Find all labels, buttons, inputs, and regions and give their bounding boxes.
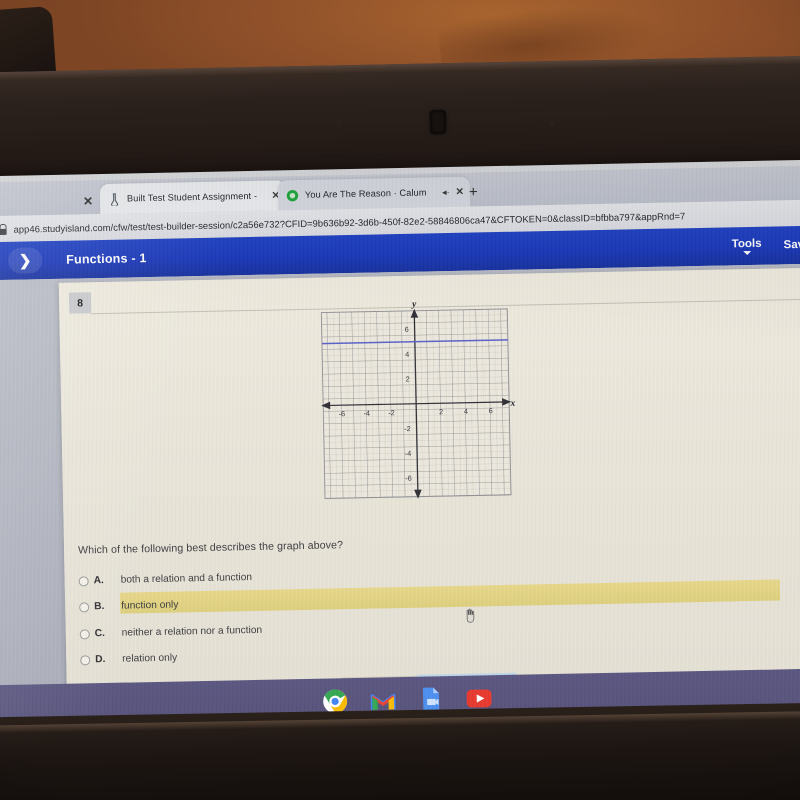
graph-svg: -2 -4 -6 2 4 6 6 4 2 -2 -4 -6 y x <box>320 300 516 500</box>
option-c[interactable]: C. neither a relation nor a function <box>79 619 262 646</box>
webcam-mic-dot <box>550 121 554 125</box>
option-a-radio[interactable] <box>78 575 89 587</box>
save-button-label: Sav <box>783 238 800 252</box>
svg-text:2: 2 <box>406 374 410 383</box>
option-d-radio[interactable] <box>80 654 91 665</box>
svg-text:-4: -4 <box>363 409 370 418</box>
test-tube-icon <box>111 192 119 206</box>
webcam-icon <box>429 109 447 135</box>
browser-tab-2-close-icon[interactable]: ✕ <box>455 186 464 197</box>
option-a-letter: A. <box>93 575 104 587</box>
svg-text:-6: -6 <box>339 409 346 418</box>
browser-tab-2-title: You Are The Reason · Calum <box>304 187 427 200</box>
svg-text:2: 2 <box>439 407 443 416</box>
svg-text:4: 4 <box>405 350 409 359</box>
browser-tab-1[interactable]: Built Test Student Assignment - ✕ <box>99 180 287 215</box>
save-button[interactable]: Sav <box>783 239 800 251</box>
option-c-label: neither a relation nor a function <box>121 624 263 639</box>
option-b-radio[interactable] <box>79 601 90 613</box>
svg-text:x: x <box>509 399 515 409</box>
svg-text:-2: -2 <box>404 424 411 433</box>
browser-tab-1-title: Built Test Student Assignment - <box>126 190 258 204</box>
new-tab-button[interactable]: + <box>469 183 478 200</box>
option-a-label: both a relation and a function <box>120 572 253 586</box>
option-d[interactable]: D. relation only <box>80 647 177 672</box>
svg-text:-2: -2 <box>388 408 395 417</box>
lock-icon <box>0 223 7 235</box>
chevron-down-icon <box>742 250 751 255</box>
option-d-letter: D. <box>95 653 106 666</box>
option-c-letter: C. <box>94 628 106 640</box>
svg-text:4: 4 <box>464 407 468 416</box>
option-d-label: relation only <box>122 652 178 665</box>
question-prompt: Which of the following best describes th… <box>77 539 344 557</box>
svg-text:6: 6 <box>489 406 493 415</box>
nav-forward-button[interactable]: ❯ <box>7 247 43 274</box>
option-a[interactable]: A. both a relation and a function <box>78 566 252 592</box>
tab-audio-playing-icon[interactable]: ◂· <box>442 186 450 197</box>
option-b-label: function only <box>121 599 179 612</box>
chevron-right-icon: ❯ <box>18 251 32 270</box>
question-card: 8 -2 -4 -6 2 4 6 6 4 2 -2 -4 -6 y x Whic… <box>58 267 800 719</box>
tools-menu-button[interactable]: Tools <box>732 237 762 255</box>
page-title: Functions - 1 <box>66 251 147 267</box>
tools-menu-label: Tools <box>731 237 762 250</box>
option-b-letter: B. <box>94 601 105 613</box>
webcam-indicator-dot <box>337 120 341 124</box>
svg-text:-6: -6 <box>405 474 412 483</box>
browser-tab-2[interactable]: You Are The Reason · Calum ◂· ✕ <box>277 176 471 211</box>
option-b[interactable]: B. function only <box>79 594 179 619</box>
pointer-hand-cursor <box>466 608 475 623</box>
tab-strip-close-icon[interactable]: ✕ <box>83 194 93 208</box>
svg-text:y: y <box>411 300 417 310</box>
laptop-screen: ✕ Built Test Student Assignment - ✕ You … <box>0 159 800 732</box>
svg-text:6: 6 <box>405 325 409 334</box>
question-number-badge: 8 <box>68 292 92 314</box>
coordinate-graph: -2 -4 -6 2 4 6 6 4 2 -2 -4 -6 y x <box>314 296 518 512</box>
svg-text:-4: -4 <box>405 449 412 458</box>
laptop-photo: ✕ Built Test Student Assignment - ✕ You … <box>0 0 800 800</box>
green-circle-icon <box>286 189 299 201</box>
option-c-radio[interactable] <box>79 628 90 640</box>
